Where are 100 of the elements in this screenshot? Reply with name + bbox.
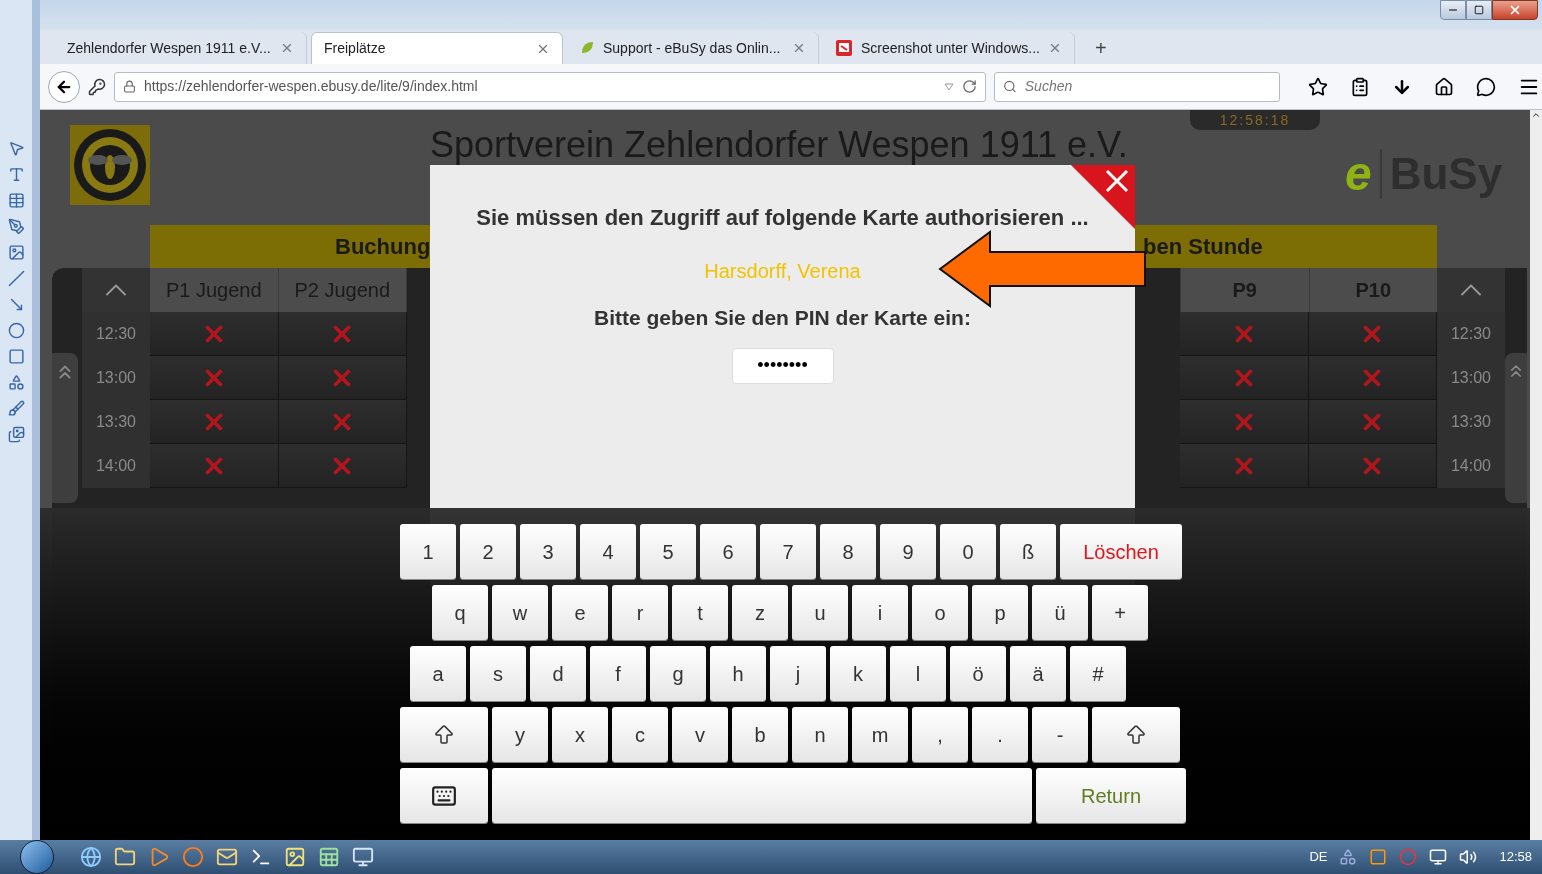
booking-cell[interactable] <box>278 400 407 444</box>
close-icon[interactable] <box>1048 41 1062 55</box>
brush-icon[interactable] <box>7 400 25 417</box>
home-icon[interactable] <box>1434 76 1454 97</box>
key[interactable]: ä <box>1010 646 1066 701</box>
key[interactable]: ö <box>950 646 1006 701</box>
round-app-icon[interactable] <box>182 846 204 868</box>
language-indicator[interactable]: DE <box>1309 847 1328 867</box>
chat-icon[interactable] <box>1476 76 1496 97</box>
scroll-handle[interactable] <box>52 353 78 503</box>
new-tab-button[interactable]: + <box>1079 32 1123 64</box>
key[interactable]: a <box>410 646 466 701</box>
key[interactable]: 8 <box>820 524 876 579</box>
tray-icon[interactable] <box>1369 848 1388 866</box>
key[interactable]: n <box>792 707 848 762</box>
shapes-icon[interactable] <box>7 374 25 391</box>
booking-cell[interactable] <box>1308 312 1437 356</box>
key[interactable]: j <box>770 646 826 701</box>
spreadsheet-icon[interactable] <box>318 846 340 868</box>
reload-icon[interactable] <box>962 79 977 94</box>
key[interactable]: 5 <box>640 524 696 579</box>
key[interactable]: p <box>972 585 1028 640</box>
key[interactable]: 0 <box>940 524 996 579</box>
key[interactable]: h <box>710 646 766 701</box>
picture-icon[interactable] <box>284 846 306 868</box>
hide-keyboard-key[interactable] <box>400 768 488 823</box>
key[interactable]: s <box>470 646 526 701</box>
key[interactable]: - <box>1032 707 1088 762</box>
window-icon[interactable] <box>352 846 374 868</box>
minimize-button[interactable] <box>1440 0 1466 20</box>
key[interactable]: ü <box>1032 585 1088 640</box>
key[interactable]: 6 <box>700 524 756 579</box>
key[interactable]: u <box>792 585 848 640</box>
pen-icon[interactable] <box>7 218 25 235</box>
key[interactable]: d <box>530 646 586 701</box>
shift-key[interactable] <box>400 707 488 762</box>
folder-icon[interactable] <box>114 846 136 868</box>
table-icon[interactable] <box>7 192 25 209</box>
return-key[interactable]: Return <box>1036 768 1186 823</box>
booking-cell[interactable] <box>278 312 407 356</box>
key[interactable]: i <box>852 585 908 640</box>
booking-cell[interactable] <box>1308 444 1437 488</box>
reading-list-icon[interactable] <box>1350 76 1370 97</box>
key[interactable]: 3 <box>520 524 576 579</box>
text-icon[interactable] <box>7 166 25 183</box>
close-button[interactable] <box>1492 0 1538 20</box>
pointer-icon[interactable] <box>7 140 25 157</box>
scrollbar[interactable] <box>1530 110 1542 840</box>
key[interactable]: 7 <box>760 524 816 579</box>
images-icon[interactable] <box>7 426 25 443</box>
key-icon[interactable] <box>88 77 106 96</box>
booking-cell[interactable] <box>1308 356 1437 400</box>
key[interactable]: 2 <box>460 524 516 579</box>
booking-cell[interactable] <box>150 356 279 400</box>
key[interactable]: t <box>672 585 728 640</box>
bookmark-star-icon[interactable] <box>1308 76 1328 97</box>
key[interactable]: 1 <box>400 524 456 579</box>
booking-cell[interactable] <box>1180 312 1309 356</box>
key[interactable]: y <box>492 707 548 762</box>
dropdown-icon[interactable] <box>944 82 954 91</box>
booking-cell[interactable] <box>150 444 279 488</box>
key[interactable]: g <box>650 646 706 701</box>
network-icon[interactable] <box>1429 848 1448 866</box>
maximize-button[interactable] <box>1466 0 1492 20</box>
key[interactable]: v <box>672 707 728 762</box>
booking-cell[interactable] <box>150 400 279 444</box>
booking-cell[interactable] <box>150 312 279 356</box>
key[interactable]: 9 <box>880 524 936 579</box>
key[interactable]: r <box>612 585 668 640</box>
key[interactable]: m <box>852 707 908 762</box>
scroll-handle[interactable] <box>1505 353 1527 503</box>
volume-icon[interactable] <box>1459 848 1478 866</box>
booking-cell[interactable] <box>1180 400 1309 444</box>
key[interactable]: z <box>732 585 788 640</box>
key[interactable]: o <box>912 585 968 640</box>
line-icon[interactable] <box>7 270 25 287</box>
close-button[interactable] <box>1071 165 1135 229</box>
pin-field[interactable]: •••••••• <box>731 347 834 384</box>
shift-key[interactable] <box>1092 707 1180 762</box>
close-icon[interactable] <box>792 41 806 55</box>
key[interactable]: . <box>972 707 1028 762</box>
tray-icon[interactable] <box>1339 848 1358 866</box>
back-button[interactable] <box>48 70 80 103</box>
rectangle-icon[interactable] <box>7 348 25 365</box>
key[interactable]: k <box>830 646 886 701</box>
key[interactable]: 4 <box>580 524 636 579</box>
search-input[interactable]: Suchen <box>1024 76 1271 97</box>
key[interactable]: x <box>552 707 608 762</box>
key[interactable]: c <box>612 707 668 762</box>
key[interactable]: ß <box>1000 524 1056 579</box>
key[interactable]: # <box>1070 646 1126 701</box>
key[interactable]: + <box>1092 585 1148 640</box>
key[interactable]: w <box>492 585 548 640</box>
key[interactable]: q <box>432 585 488 640</box>
close-icon[interactable] <box>280 41 294 55</box>
key[interactable]: b <box>732 707 788 762</box>
key[interactable]: , <box>912 707 968 762</box>
start-button[interactable] <box>20 840 54 874</box>
booking-cell[interactable] <box>1180 444 1309 488</box>
key[interactable]: e <box>552 585 608 640</box>
